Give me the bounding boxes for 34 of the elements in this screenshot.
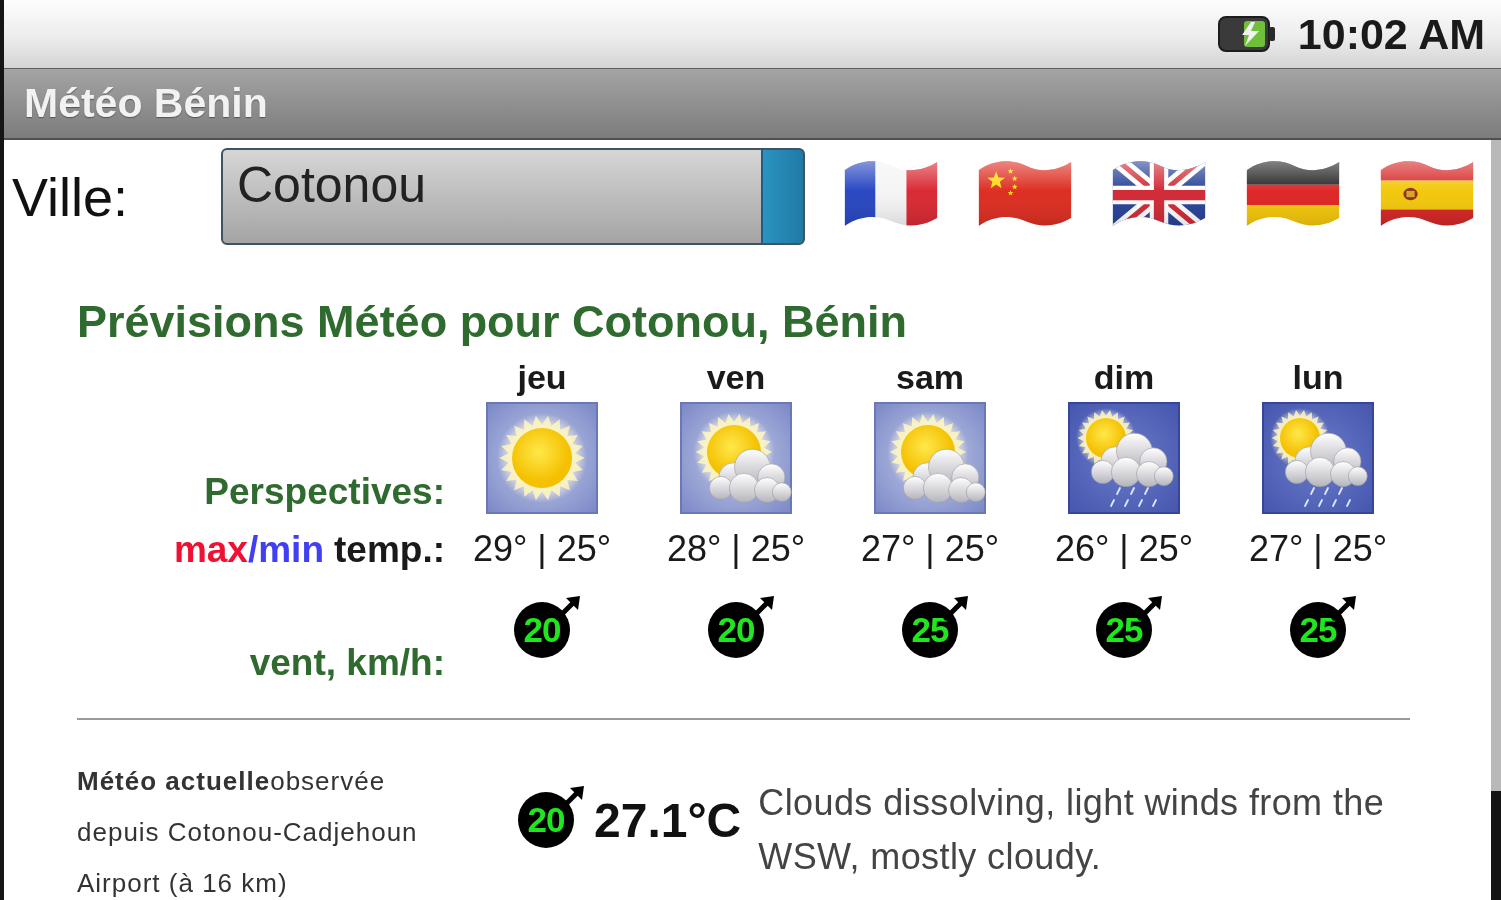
- day-name: jeu: [517, 357, 567, 398]
- temperature-label: max/min temp.:: [173, 529, 445, 571]
- wind-speed: 25: [902, 602, 958, 658]
- day-name: sam: [895, 357, 965, 398]
- sun-cloud-rain-icon: [1068, 402, 1180, 514]
- wind-speed: 20: [514, 602, 570, 658]
- clock-time: 10:02 AM: [1297, 9, 1485, 59]
- sun-cloud-rain-icon: [1262, 402, 1374, 514]
- weather-description: Clouds dissolving, light winds from the WSW, mostly cloudy.: [758, 781, 1386, 879]
- temperature-range: 26° | 25°: [1054, 527, 1194, 571]
- wind-speed: 25: [1096, 602, 1152, 658]
- scrollbar[interactable]: [1491, 140, 1501, 900]
- temperature-range: 27° | 25°: [860, 527, 1000, 571]
- city-select[interactable]: Cotonou: [221, 148, 805, 245]
- wind-speed: 20: [708, 602, 764, 658]
- wind-speed: 20: [518, 792, 574, 848]
- forecast-title: Prévisions Météo pour Cotonou, Bénin: [77, 297, 908, 346]
- app-title: Météo Bénin: [24, 80, 268, 127]
- day-name: ven: [706, 357, 766, 398]
- temperature-range: 27° | 25°: [1248, 527, 1388, 571]
- outlook-label: Perspectives:: [204, 471, 445, 513]
- temperature-range: 28° | 25°: [666, 527, 806, 571]
- sun-icon: [486, 402, 598, 514]
- wind-speed: 25: [1290, 602, 1346, 658]
- observation-source: Météo actuelleobservée depuis Cotonou-Cadjehoun Airport (à 16 km): [77, 765, 419, 900]
- day-name: dim: [1093, 357, 1155, 398]
- battery-charging-icon: [1217, 14, 1276, 54]
- wind-label: vent, km/h:: [249, 642, 445, 684]
- sun-cloud-icon: [874, 402, 986, 514]
- day-name: lun: [1292, 357, 1344, 398]
- temperature-range: 29° | 25°: [472, 527, 612, 571]
- city-label: Ville:: [12, 166, 130, 227]
- sun-cloud-icon: [680, 402, 792, 514]
- current-temperature: 27.1°C: [594, 792, 742, 848]
